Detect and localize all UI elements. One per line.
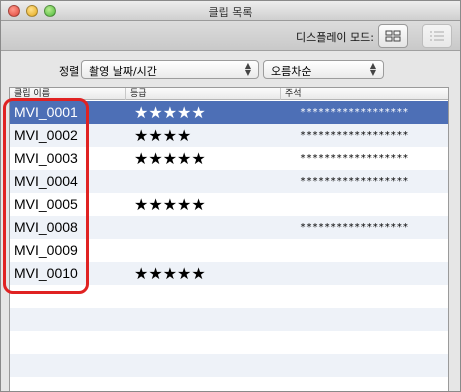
display-mode-label: 디스플레이 모드: (295, 31, 374, 44)
clip-name-cell: MVI_0009 (14, 242, 78, 258)
table-row[interactable]: MVI_0008 ****************** (10, 216, 448, 239)
table-row[interactable]: MVI_0002 ★★★★ ****************** (10, 124, 448, 147)
title-bar: 클립 목록 (1, 1, 460, 21)
rating-cell: ★★★★★ (134, 264, 206, 283)
rating-cell: ★★★★★ (134, 195, 206, 214)
sort-bar: 정렬 촬영 날짜/시간 ▲ ▼ 오름차순 ▲ ▼ (1, 52, 460, 84)
table-row[interactable]: MVI_0003 ★★★★★ ****************** (10, 147, 448, 170)
clip-list-window: 클립 목록 디스플레이 모드: 정렬 촬영 날짜/시간 ▲ ▼ 오름차순 ▲ ▼… (0, 0, 461, 392)
grid-view-icon (385, 30, 401, 42)
comment-cell: ****************** (300, 153, 409, 164)
table-row[interactable]: MVI_0010 ★★★★★ (10, 262, 448, 285)
table-row[interactable]: MVI_0001 ★★★★★ ****************** (10, 101, 448, 124)
clip-name-cell: MVI_0004 (14, 173, 78, 189)
list-view-button[interactable] (422, 24, 452, 48)
sort-order-value: 오름차순 (271, 65, 312, 78)
clip-table: 클립 이름 등급 주석 MVI_0001 ★★★★★ ***************… (9, 87, 449, 391)
grid-view-button[interactable] (378, 24, 408, 48)
column-header-rating[interactable]: 등급 (126, 88, 281, 100)
rating-cell: ★★★★★ (134, 103, 206, 122)
clip-name-cell: MVI_0010 (14, 265, 78, 281)
comment-cell: ****************** (300, 130, 409, 141)
table-header: 클립 이름 등급 주석 (10, 88, 448, 100)
rating-cell: ★★★★ (134, 126, 192, 145)
table-row[interactable] (10, 308, 448, 331)
table-row[interactable] (10, 285, 448, 308)
select-arrows-icon: ▲ ▼ (369, 61, 377, 77)
list-view-icon (430, 31, 444, 41)
toolbar: 디스플레이 모드: (1, 21, 460, 51)
comment-cell: ****************** (300, 222, 409, 233)
table-row[interactable] (10, 354, 448, 377)
table-row[interactable]: MVI_0009 (10, 239, 448, 262)
clip-name-cell: MVI_0008 (14, 219, 78, 235)
column-header-clip-name[interactable]: 클립 이름 (10, 88, 126, 100)
select-arrows-icon: ▲ ▼ (244, 61, 252, 77)
table-row[interactable]: MVI_0004 ****************** (10, 170, 448, 193)
sort-field-value: 촬영 날짜/시간 (89, 65, 157, 78)
rating-cell: ★★★★★ (134, 149, 206, 168)
clip-name-cell: MVI_0003 (14, 150, 78, 166)
clip-name-cell: MVI_0002 (14, 127, 78, 143)
clip-name-cell: MVI_0001 (14, 104, 78, 120)
sort-label: 정렬 (59, 65, 80, 78)
table-row[interactable] (10, 377, 448, 391)
table-row[interactable] (10, 331, 448, 354)
window-title: 클립 목록 (208, 6, 253, 19)
table-body: MVI_0001 ★★★★★ ****************** MVI_0002 ★… (10, 101, 448, 391)
comment-cell: ****************** (300, 107, 409, 118)
table-row[interactable]: MVI_0005 ★★★★★ (10, 193, 448, 216)
sort-field-select[interactable]: 촬영 날짜/시간 ▲ ▼ (81, 60, 259, 79)
sort-order-select[interactable]: 오름차순 ▲ ▼ (263, 60, 384, 79)
column-header-comment[interactable]: 주석 (281, 88, 448, 100)
clip-name-cell: MVI_0005 (14, 196, 78, 212)
comment-cell: ****************** (300, 176, 409, 187)
